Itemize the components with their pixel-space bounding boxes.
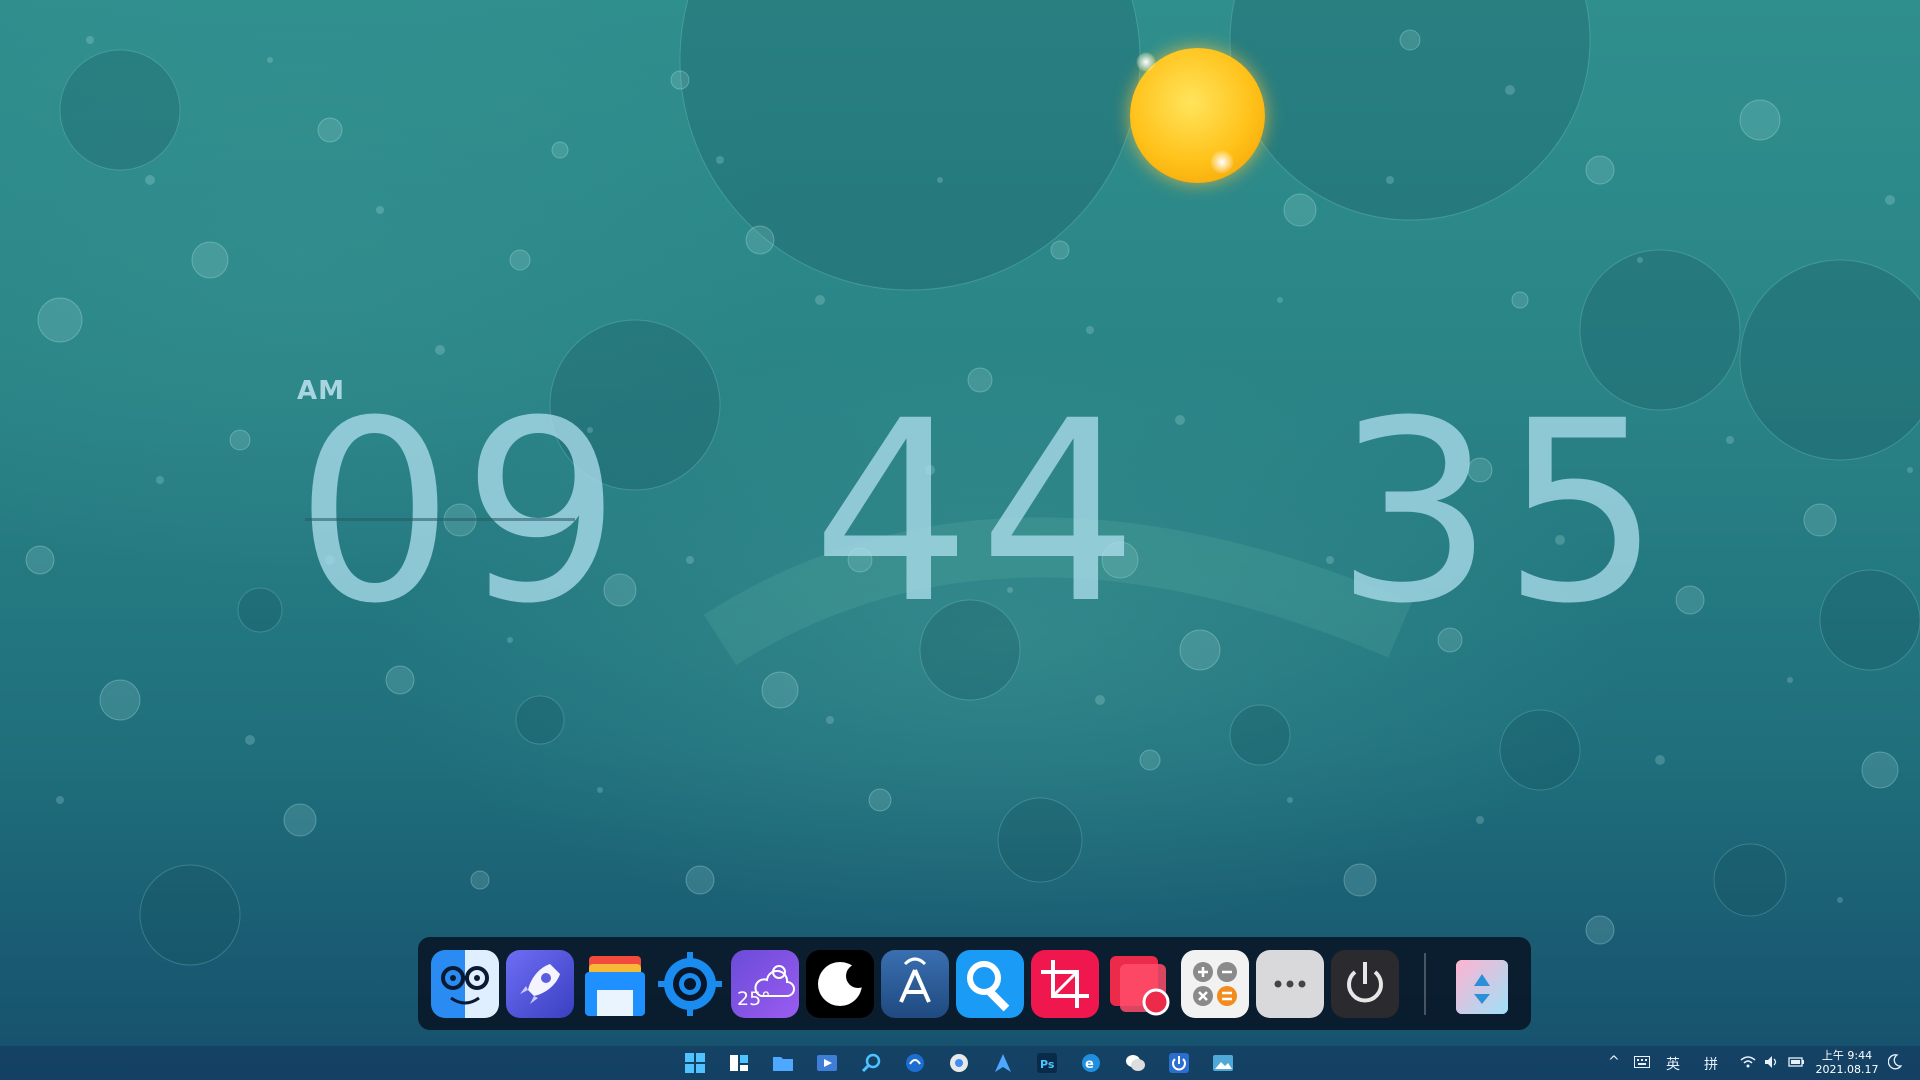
- more-dots-icon[interactable]: [1256, 950, 1324, 1018]
- taskbar: Ps e ^ 英 拼 上午 9:44 2021.08.17: [0, 1046, 1920, 1080]
- wechat-icon[interactable]: [1124, 1052, 1146, 1074]
- dock: 25°: [418, 937, 1531, 1030]
- recycle-bin-icon[interactable]: [1448, 950, 1516, 1018]
- gear-icon[interactable]: [656, 950, 724, 1018]
- record-icon[interactable]: [1106, 950, 1174, 1018]
- widgets-icon[interactable]: [728, 1052, 750, 1074]
- crop-icon[interactable]: [1031, 950, 1099, 1018]
- moon-icon[interactable]: [806, 950, 874, 1018]
- volume-icon[interactable]: [1764, 1055, 1780, 1073]
- chrome-icon[interactable]: [948, 1052, 970, 1074]
- browser-blue-icon[interactable]: [904, 1052, 926, 1074]
- wifi-icon[interactable]: [1740, 1055, 1756, 1073]
- weather-cloud-icon[interactable]: 25°: [731, 950, 799, 1018]
- calculator-icon[interactable]: [1181, 950, 1249, 1018]
- image-viewer-icon[interactable]: [1212, 1052, 1234, 1074]
- input-lang-en[interactable]: 英: [1666, 1054, 1680, 1074]
- rocket-icon[interactable]: [506, 950, 574, 1018]
- clock-seconds: 35: [1335, 367, 1670, 658]
- photoshop-icon[interactable]: Ps: [1036, 1052, 1058, 1074]
- input-lang-pinyin[interactable]: 拼: [1704, 1054, 1718, 1074]
- clock-hours: 09: [295, 367, 630, 658]
- svg-text:e: e: [1085, 1057, 1094, 1072]
- power-taskbar-icon[interactable]: [1168, 1052, 1190, 1074]
- dock-separator: [1424, 953, 1426, 1015]
- night-mode-icon[interactable]: [1887, 1054, 1903, 1074]
- battery-icon[interactable]: [1788, 1055, 1806, 1073]
- svg-text:Ps: Ps: [1040, 1058, 1055, 1071]
- finder-face-icon[interactable]: [431, 950, 499, 1018]
- media-player-icon[interactable]: [816, 1052, 838, 1074]
- app-store-icon[interactable]: [881, 950, 949, 1018]
- folder-stack-icon[interactable]: [581, 950, 649, 1018]
- sun-glint-small: [1136, 52, 1156, 72]
- file-explorer-icon[interactable]: [772, 1052, 794, 1074]
- clock-flip-divider: [305, 518, 575, 521]
- clock-minutes: 44: [812, 367, 1147, 658]
- tray-date: 2021.08.17: [1815, 1063, 1879, 1076]
- edge-icon[interactable]: e: [1080, 1052, 1102, 1074]
- magnifier-icon[interactable]: [956, 950, 1024, 1018]
- tray-chevron-up-icon[interactable]: ^: [1608, 1054, 1620, 1070]
- windows-start-icon[interactable]: [684, 1052, 706, 1074]
- search-taskbar-icon[interactable]: [860, 1052, 882, 1074]
- keyboard-icon[interactable]: [1634, 1056, 1650, 1072]
- arrow-app-icon[interactable]: [992, 1052, 1014, 1074]
- weather-temp: 25°: [737, 988, 771, 1010]
- sun-glint: [1210, 150, 1234, 174]
- tray-clock[interactable]: 上午 9:44 2021.08.17: [1812, 1049, 1882, 1077]
- tray-time: 上午 9:44: [1821, 1049, 1873, 1062]
- power-icon[interactable]: [1331, 950, 1399, 1018]
